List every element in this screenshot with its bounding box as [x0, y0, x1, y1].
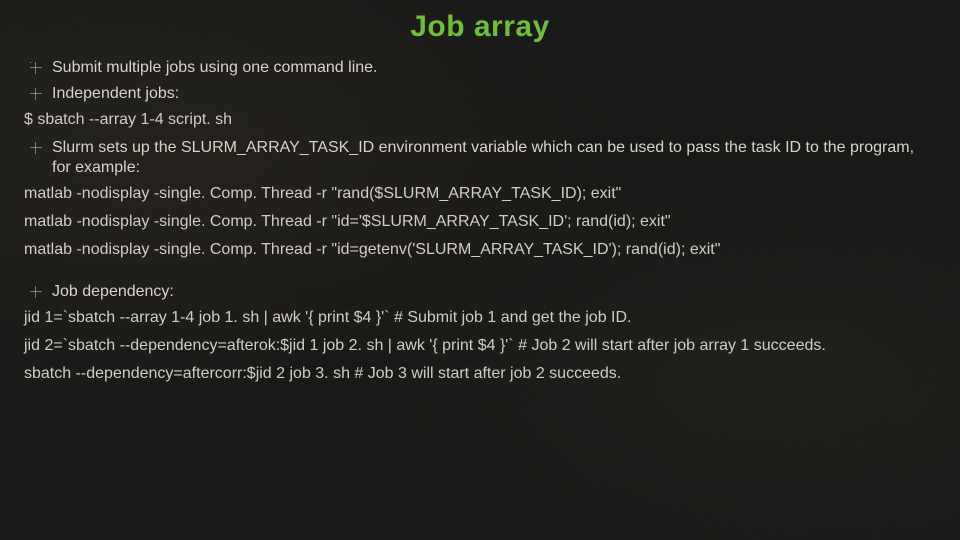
code-line: matlab -nodisplay -single. Comp. Thread … — [24, 184, 936, 204]
sparkle-icon — [30, 286, 42, 298]
code-line: $ sbatch --array 1-4 script. sh — [24, 110, 936, 130]
code-line: matlab -nodisplay -single. Comp. Thread … — [24, 212, 936, 232]
code-line: jid 2=`sbatch --dependency=afterok:$jid … — [24, 336, 936, 356]
bullet-item: Job dependency: — [30, 282, 936, 302]
code-line: jid 1=`sbatch --array 1-4 job 1. sh | aw… — [24, 308, 936, 328]
sparkle-icon — [30, 88, 42, 100]
bullet-text: Independent jobs: — [52, 84, 179, 104]
bullet-item: Submit multiple jobs using one command l… — [30, 58, 936, 78]
code-line: matlab -nodisplay -single. Comp. Thread … — [24, 240, 936, 260]
bullet-text: Job dependency: — [52, 282, 174, 302]
bullet-text: Submit multiple jobs using one command l… — [52, 58, 378, 78]
sparkle-icon — [30, 142, 42, 154]
code-line: sbatch --dependency=aftercorr:$jid 2 job… — [24, 364, 936, 384]
slide-title: Job array — [24, 10, 936, 44]
sparkle-icon — [30, 62, 42, 74]
bullet-item: Independent jobs: — [30, 84, 936, 104]
bullet-text: Slurm sets up the SLURM_ARRAY_TASK_ID en… — [52, 138, 936, 178]
bullet-item: Slurm sets up the SLURM_ARRAY_TASK_ID en… — [30, 138, 936, 178]
